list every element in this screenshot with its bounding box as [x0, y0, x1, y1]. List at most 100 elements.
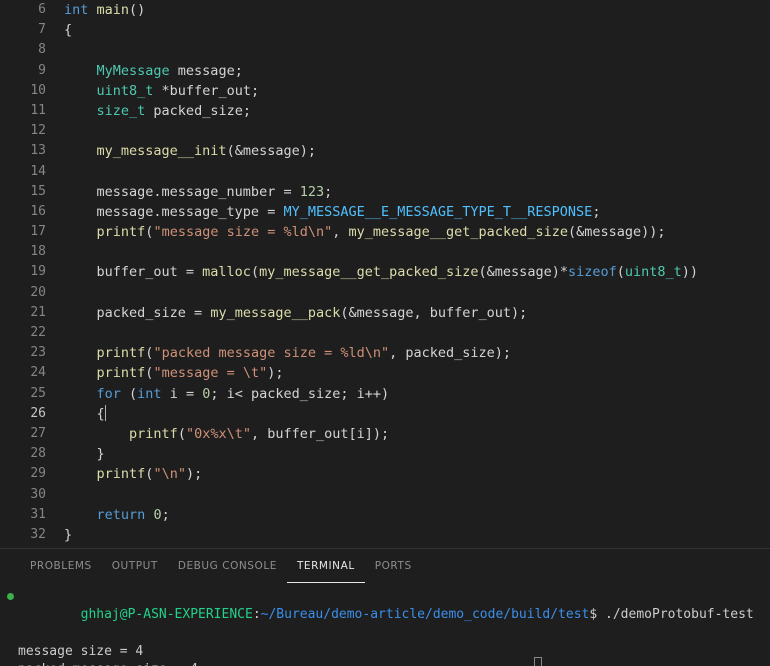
code-line[interactable]: 7{ — [0, 20, 770, 40]
code-line[interactable]: 23 printf("packed message size = %ld\n",… — [0, 343, 770, 363]
code-line[interactable]: 17 printf("message size = %ld\n", my_mes… — [0, 222, 770, 242]
line-number: 24 — [30, 365, 46, 381]
code-line-content: message.message_type = MY_MESSAGE__E_MES… — [64, 202, 601, 222]
code-line[interactable]: 24 printf("message = \t"); — [0, 363, 770, 383]
code-line[interactable]: 14 — [0, 162, 770, 182]
code-line[interactable]: 29 printf("\n"); — [0, 464, 770, 484]
bottom-panel: PROBLEMS OUTPUT DEBUG CONSOLE TERMINAL PORTS… — [0, 548, 770, 666]
terminal-output-line: message size = 4 — [18, 643, 144, 659]
panel-tab-bar[interactable]: PROBLEMS OUTPUT DEBUG CONSOLE TERMINAL PORTS — [0, 549, 770, 583]
code-token: for — [96, 385, 121, 402]
code-line[interactable]: 32} — [0, 525, 770, 545]
code-line[interactable]: 21 packed_size = my_message__pack(&messa… — [0, 303, 770, 323]
panel-tab-label: PORTS — [374, 559, 412, 572]
code-token: return — [96, 506, 146, 523]
code-line[interactable]: 31 return 0; — [0, 505, 770, 525]
panel-tab-ports[interactable]: PORTS — [365, 549, 422, 583]
code-line[interactable]: 15 message.message_number = 123; — [0, 182, 770, 202]
code-token: { — [64, 22, 73, 39]
code-token: int — [64, 2, 89, 18]
code-token: ); — [267, 365, 284, 382]
line-number: 13 — [30, 143, 46, 159]
code-token: malloc — [202, 264, 251, 281]
code-token: main — [96, 2, 130, 18]
panel-tab-debug-console[interactable]: DEBUG CONSOLE — [168, 549, 287, 583]
terminal-prompt-line: ghhaj@P-ASN-EXPERIENCE:~/Bureau/demo-art… — [0, 587, 770, 643]
code-token: printf — [96, 466, 146, 483]
line-number: 21 — [30, 304, 46, 320]
code-token: MyMessage — [96, 62, 170, 79]
panel-tab-output[interactable]: OUTPUT — [102, 549, 168, 583]
code-token: MY_MESSAGE__E_MESSAGE_TYPE_T__RESPONSE — [283, 203, 593, 220]
line-number: 19 — [30, 264, 46, 280]
code-line[interactable]: 27 printf("0x%x\t", buffer_out[i]); — [0, 424, 770, 444]
code-line[interactable]: 6 int main() — [0, 0, 770, 20]
terminal-prompt-tail: $ — [589, 606, 606, 622]
code-line[interactable]: 13 my_message__init(&message); — [0, 141, 770, 161]
code-token: "\n" — [153, 466, 186, 483]
code-line-content: } — [64, 525, 72, 545]
code-token: *buffer_out; — [153, 82, 260, 99]
code-line-content: printf("message = \t"); — [64, 363, 284, 383]
code-token: "packed message size = %ld\n" — [153, 345, 390, 362]
code-token: ); — [185, 466, 203, 483]
code-token: packed_size; — [145, 102, 251, 119]
code-token: { — [64, 405, 105, 422]
code-token: "message size = %ld\n" — [153, 224, 333, 241]
line-number: 25 — [30, 385, 46, 401]
code-line[interactable]: 9 MyMessage message; — [0, 61, 770, 81]
terminal-output[interactable]: ghhaj@P-ASN-EXPERIENCE:~/Bureau/demo-art… — [0, 583, 770, 666]
code-lines-container[interactable]: 6 int main() 7{8 9 MyMessage message; 10 uin… — [0, 0, 770, 545]
code-line[interactable]: 25 for (int i = 0; i< packed_size; i++) — [0, 384, 770, 404]
code-token: printf — [96, 224, 146, 241]
line-number: 26 — [30, 405, 46, 421]
code-line-content: packed_size = my_message__pack(&message,… — [64, 303, 528, 323]
text-cursor — [104, 404, 107, 421]
code-token: packed_size = — [64, 304, 211, 321]
code-editor[interactable]: 6 int main() 7{8 9 MyMessage message; 10 uin… — [0, 0, 770, 548]
code-line[interactable]: 10 uint8_t *buffer_out; — [0, 81, 770, 101]
code-line[interactable]: 8 — [0, 40, 770, 60]
terminal-output-line: packed message size = 4 — [0, 661, 770, 666]
code-line[interactable]: 12 — [0, 121, 770, 141]
line-number: 31 — [30, 506, 46, 522]
code-line[interactable]: 22 — [0, 323, 770, 343]
code-token: , buffer_out[i]); — [250, 425, 390, 442]
line-number: 18 — [30, 244, 46, 260]
panel-tab-terminal[interactable]: TERMINAL — [286, 549, 365, 583]
code-line[interactable]: 18 — [0, 242, 770, 262]
code-line-content: printf("message size = %ld\n", my_messag… — [64, 222, 666, 242]
code-token: , — [332, 224, 349, 241]
code-line[interactable]: 19 buffer_out = malloc(my_message__get_p… — [0, 262, 770, 282]
code-token: int — [137, 385, 162, 402]
line-number: 23 — [30, 345, 46, 361]
code-line[interactable]: 30 — [0, 485, 770, 505]
code-line-content: for (int i = 0; i< packed_size; i++) — [64, 384, 390, 404]
code-line[interactable]: 16 message.message_type = MY_MESSAGE__E_… — [0, 202, 770, 222]
code-token: buffer_out = — [64, 264, 203, 281]
code-token: } — [64, 526, 73, 543]
line-number: 15 — [30, 183, 46, 199]
code-token: ; — [324, 183, 333, 200]
terminal-prompt-sep: : — [252, 606, 261, 622]
code-line[interactable]: 20 — [0, 283, 770, 303]
code-line[interactable]: 26 { — [0, 404, 770, 424]
line-number: 30 — [30, 486, 46, 502]
panel-tab-problems[interactable]: PROBLEMS — [20, 549, 102, 583]
code-line-content: int main() — [64, 0, 145, 20]
code-token: "message = \t" — [153, 365, 268, 382]
code-token: (&message)* — [478, 264, 568, 281]
code-line-content: MyMessage message; — [64, 61, 243, 81]
line-number: 9 — [38, 62, 46, 78]
code-token: , packed_size); — [389, 345, 512, 362]
code-token: ; — [161, 506, 170, 523]
code-line[interactable]: 11 size_t packed_size; — [0, 101, 770, 121]
code-line[interactable]: 28 } — [0, 444, 770, 464]
